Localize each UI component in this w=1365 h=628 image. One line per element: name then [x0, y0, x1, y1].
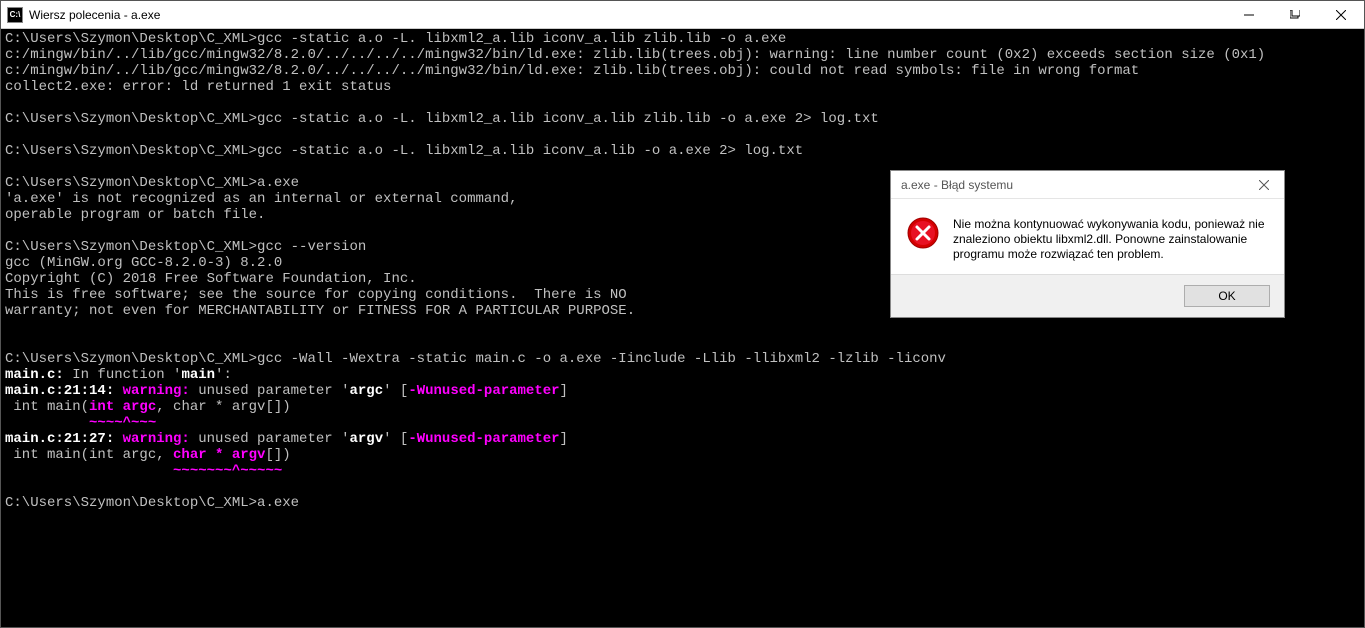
terminal-line: collect2.exe: error: ld returned 1 exit …	[5, 79, 1360, 95]
terminal-line: int main(int argc, char * argv[])	[5, 447, 1360, 463]
dialog-titlebar[interactable]: a.exe - Błąd systemu	[891, 171, 1284, 199]
dialog-message: Nie można kontynuować wykonywania kodu, …	[953, 217, 1268, 262]
error-dialog: a.exe - Błąd systemu Nie można kontynuow…	[890, 170, 1285, 318]
minimize-button[interactable]	[1226, 1, 1272, 29]
dialog-close-button[interactable]	[1244, 171, 1284, 199]
terminal-line	[5, 319, 1360, 335]
window-title: Wiersz polecenia - a.exe	[29, 8, 1226, 22]
terminal-line: main.c:21:27: warning: unused parameter …	[5, 431, 1360, 447]
terminal-line: ~~~~^~~~	[5, 415, 1360, 431]
error-icon	[907, 217, 939, 249]
terminal-line	[5, 95, 1360, 111]
titlebar[interactable]: C:\ Wiersz polecenia - a.exe	[1, 1, 1364, 29]
terminal-line: int main(int argc, char * argv[])	[5, 399, 1360, 415]
terminal-line	[5, 127, 1360, 143]
terminal-output[interactable]: C:\Users\Szymon\Desktop\C_XML>gcc -stati…	[1, 29, 1364, 627]
dialog-title: a.exe - Błąd systemu	[901, 178, 1244, 192]
dialog-body: Nie można kontynuować wykonywania kodu, …	[891, 199, 1284, 274]
maximize-button[interactable]	[1272, 1, 1318, 29]
terminal-line: C:\Users\Szymon\Desktop\C_XML>a.exe	[5, 495, 1360, 511]
dialog-footer: OK	[891, 274, 1284, 317]
terminal-line: c:/mingw/bin/../lib/gcc/mingw32/8.2.0/..…	[5, 47, 1360, 63]
close-button[interactable]	[1318, 1, 1364, 29]
terminal-line: C:\Users\Szymon\Desktop\C_XML>gcc -stati…	[5, 31, 1360, 47]
terminal-line: C:\Users\Szymon\Desktop\C_XML>gcc -stati…	[5, 111, 1360, 127]
terminal-line: main.c: In function 'main':	[5, 367, 1360, 383]
terminal-line	[5, 335, 1360, 351]
terminal-line: c:/mingw/bin/../lib/gcc/mingw32/8.2.0/..…	[5, 63, 1360, 79]
terminal-line: main.c:21:14: warning: unused parameter …	[5, 383, 1360, 399]
window-controls	[1226, 1, 1364, 28]
terminal-line: C:\Users\Szymon\Desktop\C_XML>gcc -Wall …	[5, 351, 1360, 367]
terminal-line: C:\Users\Szymon\Desktop\C_XML>gcc -stati…	[5, 143, 1360, 159]
terminal-line	[5, 479, 1360, 495]
cmd-icon: C:\	[7, 7, 23, 23]
terminal-line: ~~~~~~~^~~~~~	[5, 463, 1360, 479]
ok-button[interactable]: OK	[1184, 285, 1270, 307]
